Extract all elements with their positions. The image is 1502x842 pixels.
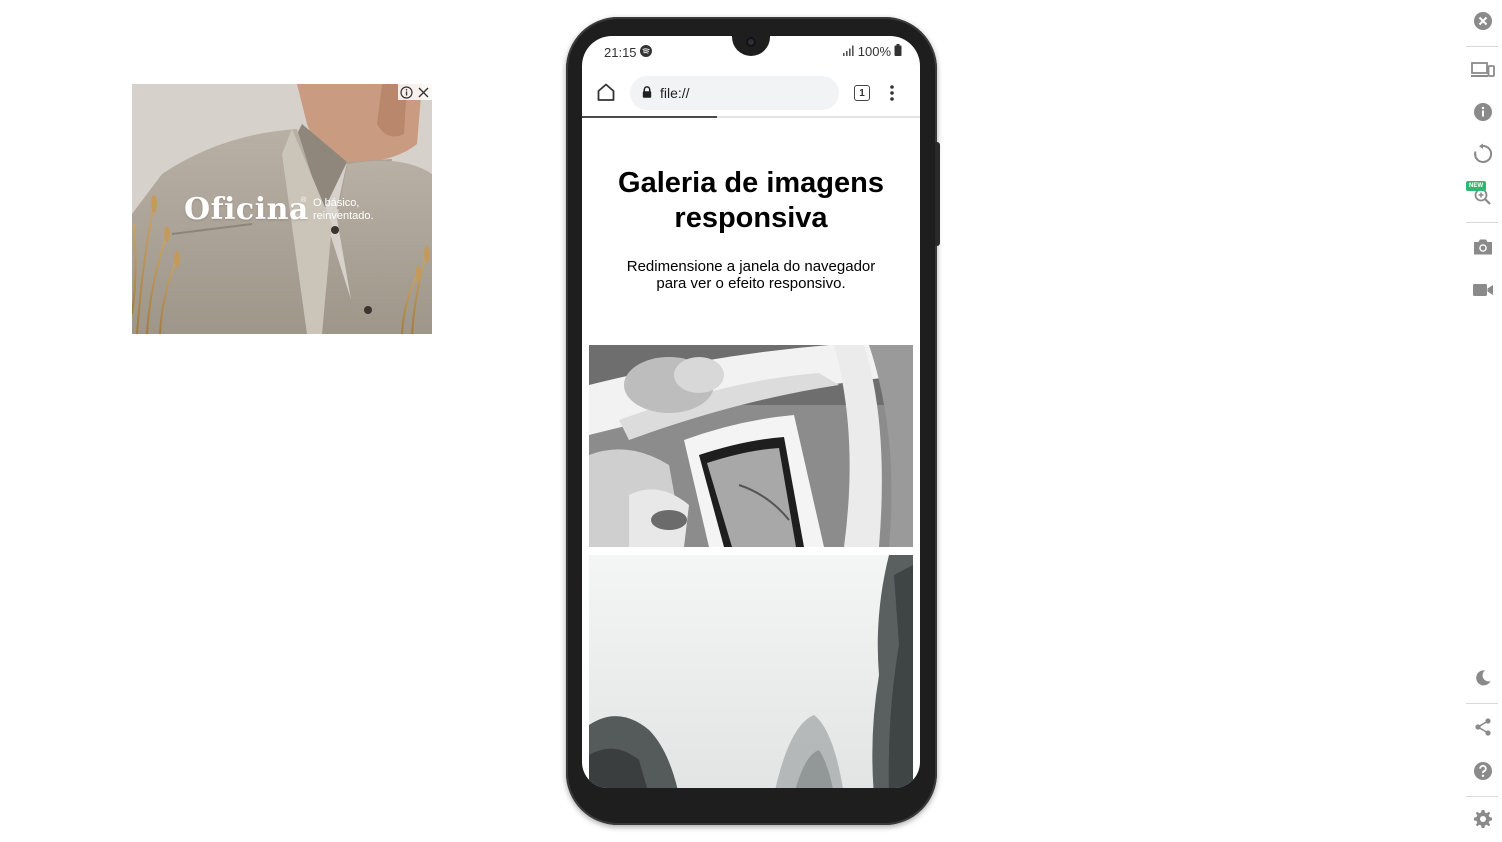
- camera-icon: [1474, 239, 1492, 255]
- more-vertical-icon: [890, 85, 894, 101]
- close-emulator-button[interactable]: [1467, 5, 1499, 37]
- page-title: Galeria de imagens responsiva: [618, 167, 884, 234]
- rotate-button[interactable]: [1467, 138, 1499, 170]
- tab-switcher-button[interactable]: 1: [854, 85, 870, 101]
- moon-icon: [1476, 670, 1491, 686]
- devices-icon: [1471, 62, 1495, 77]
- toolbar-separator: [1466, 46, 1498, 47]
- home-button[interactable]: [596, 82, 616, 107]
- ad-tagline: O básico, reinventado.: [313, 197, 374, 222]
- ad-registered-mark: ®: [301, 197, 307, 204]
- url-text: file://: [660, 85, 690, 101]
- rotate-icon: [1474, 143, 1493, 163]
- signal-icon: [842, 44, 855, 59]
- page-description: Redimensione a janela do navegador para …: [626, 258, 876, 292]
- battery-percent: 100%: [857, 44, 891, 59]
- zoom-button[interactable]: NEW: [1466, 180, 1499, 212]
- emulator-toolbar: NEW: [1464, 0, 1502, 842]
- record-video-button[interactable]: [1467, 274, 1499, 306]
- screenshot-button[interactable]: [1467, 231, 1499, 263]
- close-circle-icon: [1474, 12, 1492, 30]
- video-icon: [1473, 284, 1493, 296]
- toolbar-separator: [1466, 222, 1498, 223]
- status-bar: 21:15 100%: [582, 36, 920, 68]
- settings-icon: [1474, 810, 1492, 828]
- help-icon: [1474, 762, 1492, 780]
- browser-toolbar: file:// 1: [582, 72, 920, 118]
- devices-button[interactable]: [1467, 54, 1499, 86]
- help-button[interactable]: [1467, 755, 1499, 787]
- phone-side-button: [935, 142, 940, 246]
- toolbar-separator: [1466, 796, 1498, 797]
- info-icon: [1474, 103, 1492, 121]
- lock-icon: [642, 85, 652, 101]
- battery-icon: [894, 44, 902, 59]
- settings-button[interactable]: [1467, 803, 1499, 835]
- info-button[interactable]: [1467, 96, 1499, 128]
- close-icon[interactable]: [415, 84, 432, 100]
- web-page: Galeria de imagens responsiva Redimensio…: [582, 118, 920, 788]
- ad-controls: [398, 84, 432, 100]
- new-badge: NEW: [1466, 181, 1486, 191]
- dark-mode-toggle[interactable]: [1467, 662, 1499, 694]
- info-icon[interactable]: [398, 84, 415, 100]
- gallery-image[interactable]: [589, 555, 913, 788]
- phone-screen: 21:15 100% file:// 1 Galeria de imagens …: [582, 36, 920, 788]
- share-button[interactable]: [1467, 711, 1499, 743]
- ad-brand-name: Oficina: [184, 192, 309, 227]
- status-time: 21:15: [604, 45, 637, 60]
- url-bar[interactable]: file://: [630, 76, 839, 110]
- ad-banner[interactable]: Oficina ® O básico, reinventado.: [132, 84, 432, 334]
- spotify-icon: [640, 45, 652, 60]
- share-icon: [1475, 718, 1491, 736]
- home-icon: [597, 83, 615, 101]
- gallery-image[interactable]: [589, 345, 913, 547]
- toolbar-separator: [1466, 703, 1498, 704]
- status-right: 100%: [842, 44, 902, 59]
- browser-menu-button[interactable]: [889, 83, 895, 108]
